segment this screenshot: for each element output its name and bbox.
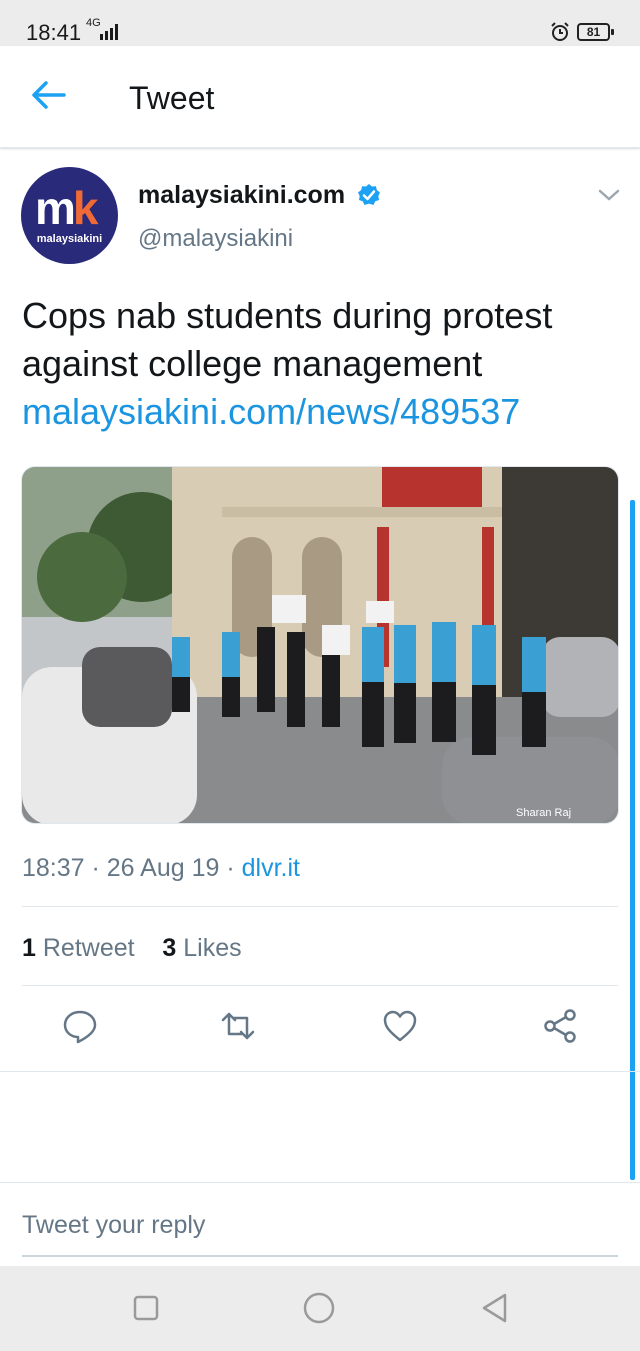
reply-input[interactable]: Tweet your reply [22,1211,205,1240]
retweet-count: 1 [22,934,36,962]
status-bar: 18:41 4G 81 [0,0,640,46]
protest-photo-image [22,467,618,823]
home-icon[interactable] [303,1292,335,1324]
alarm-icon [551,22,569,41]
avatar-label: malaysiakini [36,233,103,245]
retweet-icon[interactable] [220,1008,256,1044]
scrollbar[interactable] [630,500,635,1180]
share-icon[interactable] [542,1008,578,1044]
like-stat[interactable]: 3 Likes [162,934,241,962]
tweet-stats: 1 Retweet 3 Likes [22,934,242,963]
reply-icon[interactable] [62,1008,98,1044]
author-name[interactable]: malaysiakini.com [138,181,345,210]
divider [22,985,618,986]
tweet-date: 26 Aug 19 [106,854,220,882]
page-title: Tweet [129,80,215,116]
avatar[interactable]: mk malaysiakini [21,167,118,264]
divider [22,906,618,907]
like-count: 3 [162,934,177,962]
tweet-source[interactable]: dlvr.it [242,854,300,882]
avatar-logo: mk [35,182,98,234]
system-nav-bar [0,1266,640,1351]
retweet-stat[interactable]: 1 Retweet [22,934,135,962]
back-arrow-icon[interactable] [30,80,66,110]
signal-icon [100,24,118,40]
status-time: 18:41 [26,20,82,45]
tweet-photo[interactable]: Sharan Raj [21,466,619,824]
tweet-body: Cops nab students during protest against… [22,295,553,384]
tweet-link[interactable]: malaysiakini.com/news/489537 [22,391,520,432]
chevron-down-icon[interactable] [597,186,621,204]
reply-underline [22,1255,618,1257]
back-icon[interactable] [478,1292,510,1324]
author-handle[interactable]: @malaysiakini [138,225,293,253]
recent-apps-icon[interactable] [130,1292,162,1324]
like-label: Likes [183,934,242,962]
reply-composer[interactable]: Tweet your reply [0,1182,640,1266]
photo-credit: Sharan Raj [516,807,572,819]
tweet-actions [0,1008,640,1048]
battery-icon: 81 [577,23,614,41]
tweet-meta: 18:37 · 26 Aug 19 · dlvr.it [22,854,300,882]
like-icon[interactable] [382,1008,418,1044]
app-header: Tweet [0,46,640,148]
network-type: 4G [86,17,101,29]
divider [0,1071,640,1072]
verified-badge-icon [358,184,380,205]
retweet-label: Retweet [42,934,135,962]
tweet-time: 18:37 [22,854,85,882]
tweet-text: Cops nab students during protest against… [22,292,622,436]
